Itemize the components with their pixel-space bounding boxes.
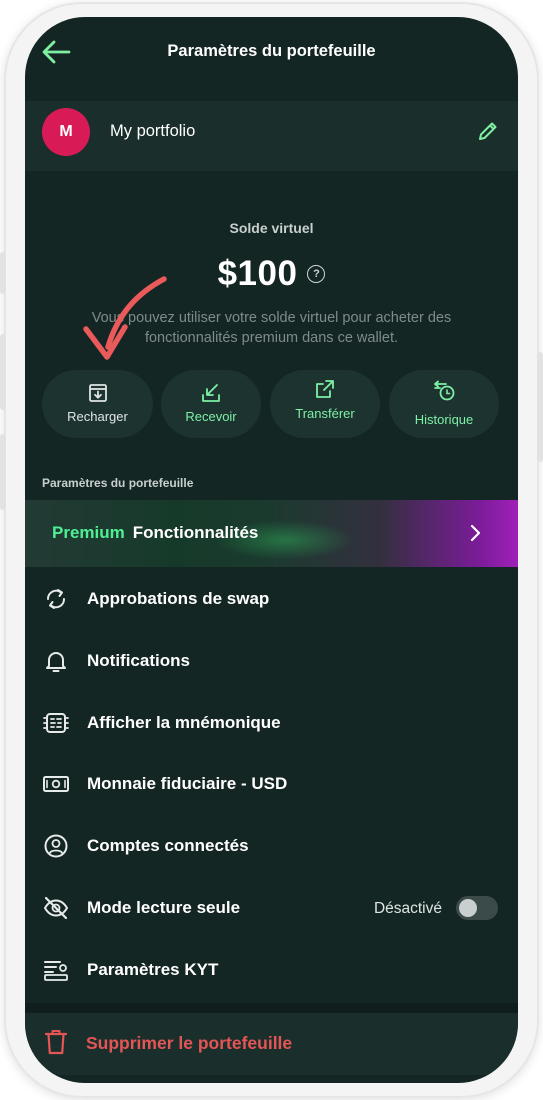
menu-label: Afficher la mnémonique xyxy=(87,712,281,732)
delete-wallet-label: Supprimer le portefeuille xyxy=(86,1033,293,1053)
balance-row: $100 ? xyxy=(25,254,518,294)
toggle-knob xyxy=(459,898,477,917)
settings-menu: Approbations de swap Notifications Affic… xyxy=(25,569,518,1002)
kyt-settings-icon xyxy=(44,960,68,981)
menu-label: Comptes connectés xyxy=(87,836,249,856)
external-link-icon xyxy=(316,380,334,398)
balance-description: Vous pouvez utiliser votre solde virtuel… xyxy=(91,310,452,346)
recharge-button[interactable]: Recharger xyxy=(42,370,153,438)
bell-icon xyxy=(46,651,66,672)
user-circle-icon xyxy=(44,834,68,858)
menu-item-kyt-settings[interactable]: Paramètres KYT xyxy=(25,940,518,1002)
mnemonic-icon xyxy=(43,712,69,733)
balance-section: Solde virtuel $100 ? Vous pouvez utilise… xyxy=(25,172,518,502)
menu-item-swap-approvals[interactable]: Approbations de swap xyxy=(25,569,518,631)
settings-section-title: Paramètres du portefeuille xyxy=(42,476,194,490)
menu-label: Mode lecture seule xyxy=(87,897,241,917)
phone-side-button xyxy=(537,352,543,462)
premium-title: Premium Fonctionnalités xyxy=(52,523,258,543)
menu-label: Notifications xyxy=(87,650,190,670)
action-label: Transférer xyxy=(295,406,355,421)
portfolio-row[interactable]: M My portfolio xyxy=(25,101,518,171)
menu-label: Approbations de swap xyxy=(87,589,270,608)
premium-highlight: Premium xyxy=(52,523,125,542)
pencil-icon[interactable] xyxy=(476,119,500,143)
chevron-right-icon xyxy=(470,524,481,542)
menu-item-read-only-mode[interactable]: Mode lecture seule Désactivé xyxy=(25,878,518,940)
action-label: Recevoir xyxy=(185,409,237,424)
page-title: Paramètres du portefeuille xyxy=(167,42,376,60)
phone-side-button xyxy=(0,434,6,510)
action-label: Recharger xyxy=(67,409,128,424)
download-box-icon xyxy=(88,384,107,402)
history-button[interactable]: Historique xyxy=(389,370,499,438)
avatar: M xyxy=(42,108,90,156)
eye-off-icon xyxy=(44,896,68,920)
menu-item-fiat-currency[interactable]: Monnaie fiduciaire - USD xyxy=(25,754,518,816)
action-buttons: Recharger Recevoir Transférer Historique xyxy=(25,370,518,438)
trash-icon xyxy=(44,1030,68,1055)
section-divider xyxy=(25,1003,518,1013)
menu-item-notifications[interactable]: Notifications xyxy=(25,631,518,693)
balance-label: Solde virtuel xyxy=(229,220,314,236)
phone-side-button xyxy=(0,252,6,294)
banknote-icon xyxy=(43,776,69,793)
menu-item-show-mnemonic[interactable]: Afficher la mnémonique xyxy=(25,693,518,755)
read-only-toggle[interactable] xyxy=(456,895,498,920)
history-clock-icon xyxy=(434,380,455,401)
portfolio-name: My portfolio xyxy=(110,122,196,140)
receive-button[interactable]: Recevoir xyxy=(161,370,261,438)
app-screen: Paramètres du portefeuille M My portfoli… xyxy=(25,17,518,1083)
toggle-status-text: Désactivé xyxy=(373,899,442,917)
menu-item-connected-accounts[interactable]: Comptes connectés xyxy=(25,816,518,878)
top-bar: Paramètres du portefeuille xyxy=(25,17,518,89)
premium-features-row[interactable]: Premium Fonctionnalités xyxy=(25,500,518,567)
help-icon[interactable]: ? xyxy=(307,265,326,283)
premium-label: Fonctionnalités xyxy=(132,523,259,542)
menu-label: Monnaie fiduciaire - USD xyxy=(87,774,288,794)
swap-cycle-icon xyxy=(46,589,66,609)
balance-value: $100 xyxy=(217,254,298,293)
transfer-button[interactable]: Transférer xyxy=(270,370,380,438)
action-label: Historique xyxy=(414,412,474,427)
menu-label: Paramètres KYT xyxy=(87,959,219,979)
delete-wallet-button[interactable]: Supprimer le portefeuille xyxy=(25,1013,518,1075)
receive-arrow-icon xyxy=(202,384,220,402)
phone-side-button xyxy=(0,334,6,410)
